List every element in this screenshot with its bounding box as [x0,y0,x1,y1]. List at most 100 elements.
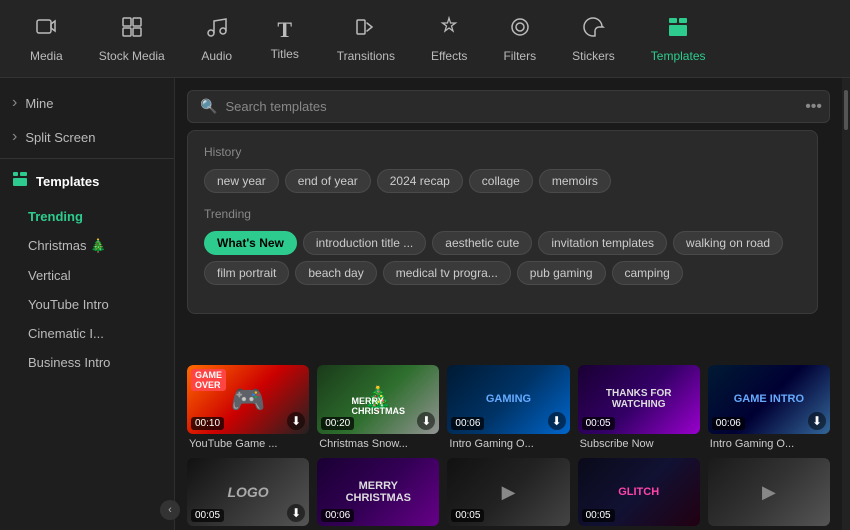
template-christmas-snow[interactable]: 🎄 MERRYCHRISTMAS 00:20 ⬇ Christmas Snow.… [317,365,439,450]
toolbar-filters[interactable]: Filters [489,7,550,71]
sidebar-collapse-btn[interactable]: ‹ [160,500,180,520]
toolbar: Media Stock Media Audio T Titles Transit… [0,0,850,78]
effects-icon [437,15,461,45]
history-tags: new year end of year 2024 recap collage … [204,169,801,193]
tag-invitation[interactable]: invitation templates [538,231,667,255]
download-3[interactable]: ⬇ [548,412,566,430]
tag-new-year[interactable]: new year [204,169,279,193]
tag-camping[interactable]: camping [612,261,683,285]
media-icon [34,15,58,45]
sidebar-item-christmas[interactable]: Christmas 🎄 [16,231,174,261]
filters-icon [508,15,532,45]
toolbar-media-label: Media [30,49,63,63]
download-2[interactable]: ⬇ [417,412,435,430]
duration-6: 00:05 [191,509,224,522]
toolbar-filters-label: Filters [503,49,536,63]
template-intro-gaming-1[interactable]: GAMING 00:06 ⬇ Intro Gaming O... [447,365,569,450]
sidebar-templates-label: Templates [36,174,99,189]
thumb-glitch-img: GLITCH 00:05 [578,458,700,527]
sidebar-item-vertical[interactable]: Vertical [16,261,174,290]
template-modern-logo-1[interactable]: LOGO 00:05 ⬇ Modern Logo R... [187,458,309,530]
duration-7: 00:06 [321,509,354,522]
tag-walking[interactable]: walking on road [673,231,783,255]
content-area: 🔍 ••• History new year end of year 2024 … [175,78,842,530]
titles-icon: T [277,17,292,43]
template-grid-area: 🎮 GAMEOVER 00:10 ⬇ YouTube Game ... 🎄 ME… [175,353,842,530]
tag-aesthetic-cute[interactable]: aesthetic cute [432,231,532,255]
download-1[interactable]: ⬇ [287,412,305,430]
grid-icon [12,171,28,192]
template-youtube-game[interactable]: 🎮 GAMEOVER 00:10 ⬇ YouTube Game ... [187,365,309,450]
transitions-icon [354,15,378,45]
toolbar-templates[interactable]: Templates [637,7,720,71]
chevron-right-icon-2: › [12,128,17,146]
toolbar-effects[interactable]: Effects [417,7,481,71]
duration-5: 00:06 [712,417,745,430]
tag-pub-gaming[interactable]: pub gaming [517,261,606,285]
trending-title: Trending [204,207,801,221]
tag-film-portrait[interactable]: film portrait [204,261,289,285]
duration-4: 00:05 [582,417,615,430]
sidebar-item-mine[interactable]: › Mine [0,86,174,120]
tag-beach-day[interactable]: beach day [295,261,376,285]
thumb-modern-logo-2-img: ▶ [708,458,830,527]
sidebar-mine-label: Mine [25,96,53,111]
toolbar-transitions[interactable]: Transitions [323,7,409,71]
toolbar-stock-media[interactable]: Stock Media [85,7,179,71]
thumb-christmas-intro-img: MERRYCHRISTMAS 00:06 [317,458,439,527]
tag-memoirs[interactable]: memoirs [539,169,611,193]
sidebar-christmas-label: Christmas 🎄 [28,238,106,254]
template-clean-logo[interactable]: ▶ 00:05 Clean Logo [447,458,569,530]
duration-8: 00:05 [451,509,484,522]
thumb-intro-gaming-1-img: GAMING 00:06 ⬇ [447,365,569,434]
template-game-intro-blue[interactable]: GAME INTRO 00:06 ⬇ Intro Gaming O... [708,365,830,450]
audio-icon [205,15,229,45]
label-youtube-game: YouTube Game ... [187,438,309,450]
tag-2024-recap[interactable]: 2024 recap [377,169,463,193]
templates-icon [666,15,690,45]
thumb-game-intro-blue-img: GAME INTRO 00:06 ⬇ [708,365,830,434]
thumb-modern-logo-1-img: LOGO 00:05 ⬇ [187,458,309,527]
download-5[interactable]: ⬇ [808,412,826,430]
tag-whats-new[interactable]: What's New [204,231,297,255]
label-subscribe: Subscribe Now [578,438,700,450]
download-6[interactable]: ⬇ [287,504,305,522]
stickers-icon [581,15,605,45]
sidebar: › Mine › Split Screen Templates Trending… [0,78,175,530]
thumb-christmas-snow-img: 🎄 MERRYCHRISTMAS 00:20 ⬇ [317,365,439,434]
thumb-clean-logo-img: ▶ 00:05 [447,458,569,527]
tag-end-of-year[interactable]: end of year [285,169,371,193]
toolbar-titles[interactable]: T Titles [255,9,315,69]
sidebar-split-label: Split Screen [25,130,95,145]
search-input[interactable] [225,99,817,114]
toolbar-stickers-label: Stickers [572,49,615,63]
template-glitch[interactable]: GLITCH 00:05 Glitch Logo Rev... [578,458,700,530]
sidebar-item-cinematic[interactable]: Cinematic I... [16,319,174,348]
tag-medical[interactable]: medical tv progra... [383,261,511,285]
template-subscribe[interactable]: THANKS FORWATCHING 00:05 Subscribe Now [578,365,700,450]
template-christmas-intro[interactable]: MERRYCHRISTMAS 00:06 Christmas Intro ... [317,458,439,530]
toolbar-audio-label: Audio [201,49,232,63]
toolbar-audio[interactable]: Audio [187,7,247,71]
main-layout: › Mine › Split Screen Templates Trending… [0,78,850,530]
label-christmas-snow: Christmas Snow... [317,438,439,450]
sidebar-item-youtube-intro[interactable]: YouTube Intro [16,290,174,319]
sidebar-item-business[interactable]: Business Intro [16,348,174,377]
right-scrollbar[interactable] [842,78,850,530]
toolbar-stickers[interactable]: Stickers [558,7,629,71]
template-modern-logo-2[interactable]: ▶ Modern Logo R... [708,458,830,530]
more-options-btn[interactable]: ••• [805,98,822,116]
duration-3: 00:06 [451,417,484,430]
sidebar-item-split-screen[interactable]: › Split Screen [0,120,174,154]
duration-9: 00:05 [582,509,615,522]
tag-collage[interactable]: collage [469,169,533,193]
sidebar-trending-label: Trending [28,209,83,224]
sidebar-item-trending[interactable]: Trending [16,202,174,231]
toolbar-media[interactable]: Media [16,7,77,71]
label-game-intro: Intro Gaming O... [708,438,830,450]
duration-1: 00:10 [191,417,224,430]
tag-introduction[interactable]: introduction title ... [303,231,426,255]
label-intro-gaming-1: Intro Gaming O... [447,438,569,450]
search-icon: 🔍 [200,98,217,115]
sidebar-youtube-label: YouTube Intro [28,297,109,312]
